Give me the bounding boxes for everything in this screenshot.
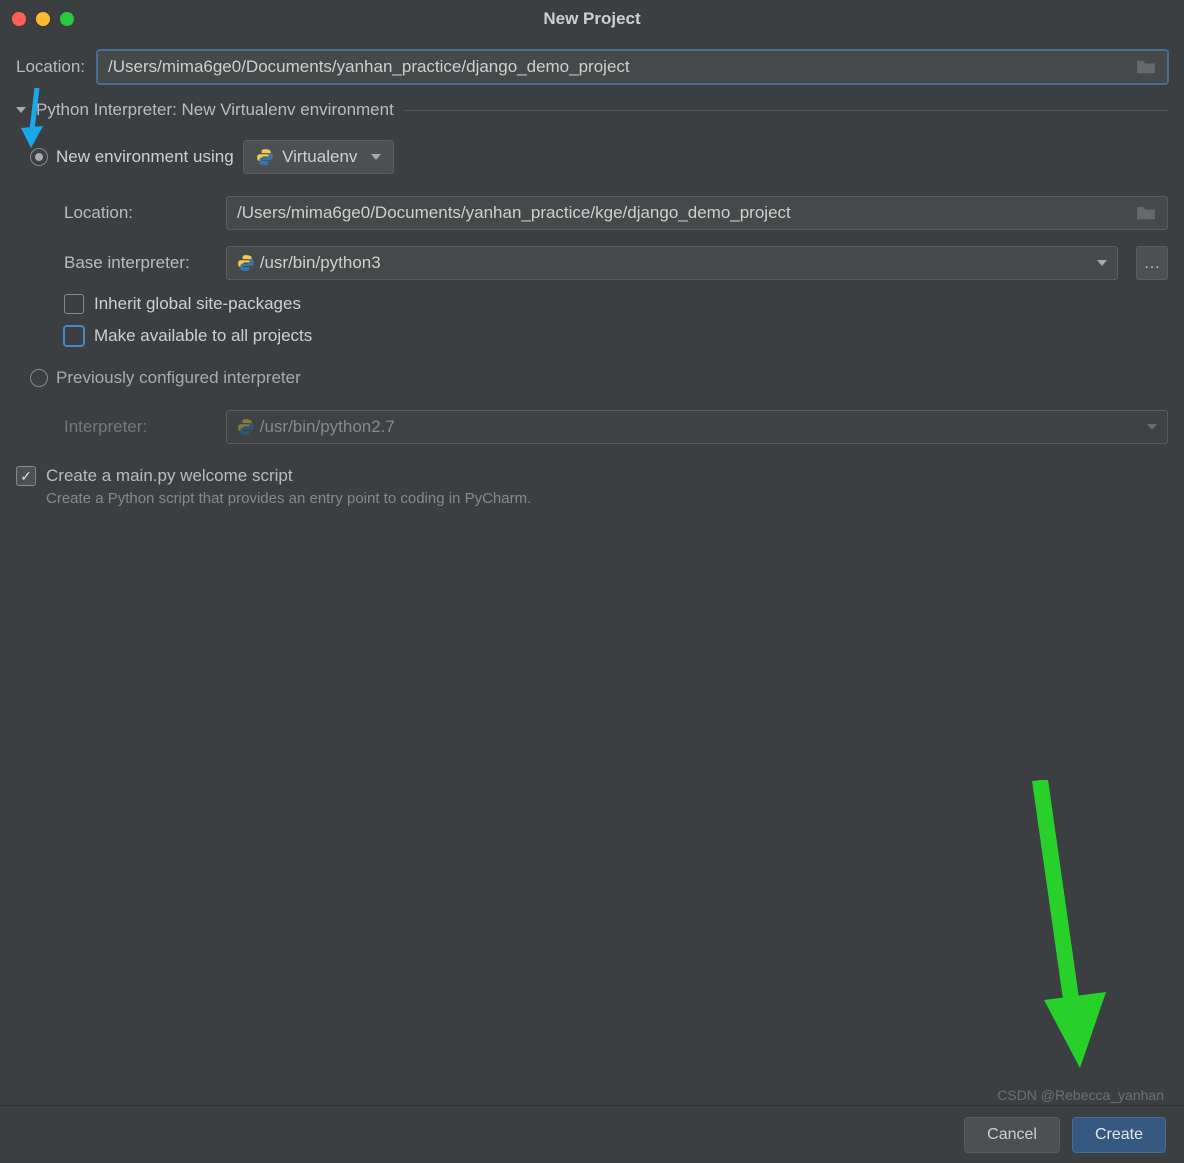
env-location-input[interactable]: /Users/mima6ge0/Documents/yanhan_practic… bbox=[226, 196, 1168, 230]
radio-unselected-icon[interactable] bbox=[30, 369, 48, 387]
location-label: Location: bbox=[16, 57, 85, 77]
new-env-sub: Location: /Users/mima6ge0/Documents/yanh… bbox=[16, 188, 1168, 288]
env-tool-dropdown[interactable]: Virtualenv bbox=[243, 140, 394, 174]
env-location-label: Location: bbox=[64, 203, 214, 223]
python-icon bbox=[256, 148, 274, 166]
python-icon bbox=[237, 418, 255, 436]
prev-env-label: Previously configured interpreter bbox=[56, 368, 301, 388]
fieldset-heading[interactable]: Python Interpreter: New Virtualenv envir… bbox=[16, 100, 1168, 120]
chevron-down-icon bbox=[1147, 424, 1157, 430]
python-icon bbox=[237, 254, 255, 272]
watermark: CSDN @Rebecca_yanhan bbox=[997, 1087, 1164, 1103]
annotation-arrow-blue bbox=[17, 86, 47, 156]
prev-interpreter-label: Interpreter: bbox=[64, 417, 214, 437]
inherit-label: Inherit global site-packages bbox=[94, 294, 301, 314]
interpreter-heading: Python Interpreter: New Virtualenv envir… bbox=[36, 100, 394, 120]
folder-icon[interactable] bbox=[1135, 59, 1157, 75]
base-interpreter-row: Base interpreter: /usr/bin/python3 … bbox=[64, 238, 1168, 288]
new-env-radio-row[interactable]: New environment using Virtualenv bbox=[16, 136, 1168, 188]
env-location-row: Location: /Users/mima6ge0/Documents/yanh… bbox=[64, 188, 1168, 238]
create-button[interactable]: Create bbox=[1072, 1117, 1166, 1153]
checkbox-checked-icon[interactable] bbox=[16, 466, 36, 486]
env-location-value: /Users/mima6ge0/Documents/yanhan_practic… bbox=[237, 203, 791, 223]
prev-interpreter-select: /usr/bin/python2.7 bbox=[226, 410, 1168, 444]
location-row: Location: /Users/mima6ge0/Documents/yanh… bbox=[0, 38, 1184, 90]
chevron-down-icon bbox=[1097, 260, 1107, 266]
base-interpreter-label: Base interpreter: bbox=[64, 253, 214, 273]
dialog-footer: Cancel Create bbox=[0, 1105, 1184, 1163]
prev-interpreter-row: Interpreter: /usr/bin/python2.7 bbox=[64, 402, 1168, 452]
inherit-checkbox-row[interactable]: Inherit global site-packages bbox=[16, 288, 1168, 320]
base-interpreter-select[interactable]: /usr/bin/python3 bbox=[226, 246, 1118, 280]
base-interpreter-value: /usr/bin/python3 bbox=[260, 253, 381, 273]
checkbox-unchecked-icon[interactable] bbox=[64, 294, 84, 314]
prev-interpreter-value: /usr/bin/python2.7 bbox=[260, 417, 395, 437]
new-env-label: New environment using bbox=[56, 147, 234, 167]
interpreter-section: Python Interpreter: New Virtualenv envir… bbox=[16, 100, 1168, 452]
env-tool-value: Virtualenv bbox=[282, 147, 357, 167]
checkbox-unchecked-icon[interactable] bbox=[64, 326, 84, 346]
available-checkbox-row[interactable]: Make available to all projects bbox=[16, 320, 1168, 352]
prev-env-sub: Interpreter: /usr/bin/python2.7 bbox=[16, 402, 1168, 452]
main-py-desc: Create a Python script that provides an … bbox=[30, 490, 1184, 507]
location-value: /Users/mima6ge0/Documents/yanhan_practic… bbox=[108, 57, 630, 77]
main-py-checkbox-row[interactable]: Create a main.py welcome script bbox=[0, 464, 1184, 486]
browse-interpreter-button[interactable]: … bbox=[1136, 246, 1168, 280]
chevron-down-icon bbox=[371, 154, 381, 160]
heading-divider bbox=[404, 110, 1168, 111]
titlebar: New Project bbox=[0, 0, 1184, 38]
window-title: New Project bbox=[0, 9, 1184, 29]
prev-env-radio-row[interactable]: Previously configured interpreter bbox=[16, 352, 1168, 402]
location-input[interactable]: /Users/mima6ge0/Documents/yanhan_practic… bbox=[97, 50, 1168, 84]
annotation-arrow-green bbox=[1010, 780, 1110, 1070]
folder-icon[interactable] bbox=[1135, 205, 1157, 221]
available-label: Make available to all projects bbox=[94, 326, 312, 346]
main-py-label: Create a main.py welcome script bbox=[46, 466, 293, 486]
cancel-button[interactable]: Cancel bbox=[964, 1117, 1060, 1153]
